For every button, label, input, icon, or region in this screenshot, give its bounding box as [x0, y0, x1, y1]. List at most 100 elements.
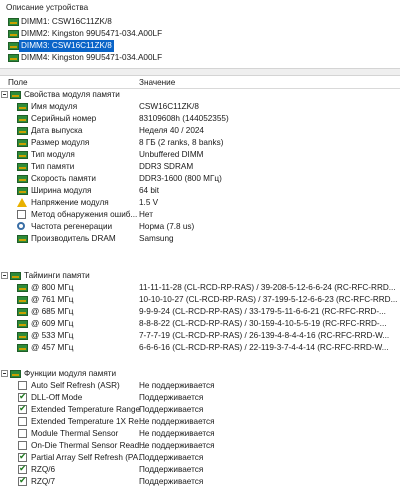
feature-value: Не поддерживается: [139, 429, 215, 438]
property-row[interactable]: Серийный номер 83109608h (144052355): [0, 113, 400, 125]
splitter[interactable]: [0, 68, 400, 76]
timing-row[interactable]: @ 533 МГц 7-7-7-19 (CL-RCD-RP-RAS) / 26-1…: [0, 330, 400, 342]
device-list-item-label: DIMM4: Kingston 99U5471-034.A00LF: [21, 53, 163, 62]
memory-module-icon: [17, 344, 28, 352]
collapse-icon[interactable]: [1, 272, 8, 279]
feature-row[interactable]: DLL-Off Mode Поддерживается: [0, 391, 400, 404]
timing-row[interactable]: @ 685 МГц 9-9-9-24 (CL-RCD-RP-RAS) / 33-1…: [0, 306, 400, 318]
device-list-item[interactable]: DIMM3: CSW16C11ZK/8: [0, 40, 400, 52]
property-row[interactable]: Метод обнаружения ошиб... Нет: [0, 209, 400, 221]
property-row[interactable]: Производитель DRAM Samsung: [0, 233, 400, 245]
property-row[interactable]: Дата выпуска Неделя 40 / 2024: [0, 125, 400, 137]
property-row[interactable]: Ширина модуля 64 bit: [0, 185, 400, 197]
group-module-properties[interactable]: Свойства модуля памяти: [0, 89, 400, 101]
column-header-value[interactable]: Значение: [139, 77, 175, 88]
feature-value: Не поддерживается: [139, 417, 215, 426]
timing-row[interactable]: @ 609 МГц 8-8-8-22 (CL-RCD-RP-RAS) / 30-1…: [0, 318, 400, 330]
property-value: Норма (7.8 us): [139, 222, 195, 231]
property-row[interactable]: Напряжение модуля 1.5 V: [0, 197, 400, 209]
property-row[interactable]: Размер модуля 8 ГБ (2 ranks, 8 banks): [0, 137, 400, 149]
property-name: Тип памяти: [31, 162, 75, 171]
property-value: 83109608h (144052355): [139, 114, 229, 123]
feature-value: Не поддерживается: [139, 441, 215, 450]
device-list-item-label: DIMM2: Kingston 99U5471-034.A00LF: [21, 29, 163, 38]
timing-frequency: @ 685 МГц: [31, 307, 74, 316]
timing-value: 7-7-7-19 (CL-RCD-RP-RAS) / 26-139-4-8-4-…: [139, 331, 390, 340]
property-name: Метод обнаружения ошиб...: [31, 210, 138, 219]
column-header-field[interactable]: Поле: [8, 77, 28, 88]
memory-module-icon: [17, 308, 28, 316]
feature-row[interactable]: Module Thermal Sensor Не поддерживается: [0, 428, 400, 440]
timing-value: 8-8-8-22 (CL-RCD-RP-RAS) / 30-159-4-10-5…: [139, 319, 387, 328]
timing-row[interactable]: @ 800 МГц 11-11-11-28 (CL-RCD-RP-RAS) / 3…: [0, 282, 400, 294]
memory-module-icon: [17, 151, 28, 159]
device-list-item[interactable]: DIMM2: Kingston 99U5471-034.A00LF: [0, 28, 400, 40]
feature-row[interactable]: Auto Self Refresh (ASR) Не поддерживается: [0, 380, 400, 392]
timing-value: 10-10-10-27 (CL-RCD-RP-RAS) / 37-199-5-1…: [139, 295, 398, 304]
memory-module-icon: [8, 42, 19, 50]
property-value: DDR3-1600 (800 МГц): [139, 174, 222, 183]
checkbox-checked-icon: [18, 463, 27, 475]
timing-row[interactable]: @ 761 МГц 10-10-10-27 (CL-RCD-RP-RAS) / 3…: [0, 294, 400, 306]
timing-frequency: @ 800 МГц: [31, 283, 74, 292]
collapse-icon[interactable]: [1, 91, 8, 98]
details-panel: Поле Значение Свойства модуля памяти Имя …: [0, 77, 400, 488]
feature-row[interactable]: RZQ/6 Поддерживается: [0, 463, 400, 476]
device-list-item-label: DIMM3: CSW16C11ZK/8: [19, 40, 114, 52]
property-name: Напряжение модуля: [31, 198, 109, 207]
feature-row[interactable]: Extended Temperature RangeПоддерживается: [0, 403, 400, 416]
timing-row[interactable]: @ 457 МГц 6-6-6-16 (CL-RCD-RP-RAS) / 22-1…: [0, 342, 400, 354]
feature-row[interactable]: On-Die Thermal Sensor Read... Не поддержи…: [0, 440, 400, 452]
checkbox-unchecked-icon: [18, 417, 27, 426]
feature-value: Поддерживается: [139, 453, 204, 462]
property-name: Имя модуля: [31, 102, 78, 111]
checkbox-unchecked-icon: [18, 441, 27, 450]
collapse-icon[interactable]: [1, 370, 8, 377]
property-name: Тип модуля: [31, 150, 75, 159]
box-icon: [17, 210, 26, 219]
timing-value: 9-9-9-24 (CL-RCD-RP-RAS) / 33-179-5-11-6…: [139, 307, 386, 316]
feature-row[interactable]: Extended Temperature 1X Re... Не поддержи…: [0, 416, 400, 428]
property-row[interactable]: Тип модуля Unbuffered DIMM: [0, 149, 400, 161]
feature-name: RZQ/7: [31, 477, 56, 486]
feature-value: Поддерживается: [139, 393, 204, 402]
timing-frequency: @ 457 МГц: [31, 343, 74, 352]
timing-value: 6-6-6-16 (CL-RCD-RP-RAS) / 22-119-3-7-4-…: [139, 343, 389, 352]
memory-module-icon: [17, 175, 28, 183]
feature-name: Auto Self Refresh (ASR): [31, 381, 120, 390]
property-row[interactable]: Имя модуля CSW16C11ZK/8: [0, 101, 400, 113]
checkbox-checked-icon: [18, 391, 27, 403]
property-value: 1.5 V: [139, 198, 159, 207]
device-description-panel: Описание устройства DIMM1: CSW16C11ZK/8 D…: [0, 0, 400, 64]
device-list-item[interactable]: DIMM4: Kingston 99U5471-034.A00LF: [0, 52, 400, 64]
property-row[interactable]: Тип памяти DDR3 SDRAM: [0, 161, 400, 173]
timing-frequency: @ 609 МГц: [31, 319, 74, 328]
property-value: 64 bit: [139, 186, 160, 195]
device-list-item[interactable]: DIMM1: CSW16C11ZK/8: [0, 16, 400, 28]
feature-row[interactable]: Partial Array Self Refresh (PA...Поддерж…: [0, 451, 400, 464]
property-name: Скорость памяти: [31, 174, 97, 183]
property-value: Samsung: [139, 234, 174, 243]
feature-name: Module Thermal Sensor: [31, 429, 119, 438]
memory-module-icon: [17, 235, 28, 243]
timing-frequency: @ 761 МГц: [31, 295, 74, 304]
feature-value: Поддерживается: [139, 465, 204, 474]
memory-module-icon: [17, 115, 28, 123]
property-row[interactable]: Скорость памяти DDR3-1600 (800 МГц): [0, 173, 400, 185]
feature-value: Поддерживается: [139, 405, 204, 414]
group-memory-timings[interactable]: Тайминги памяти: [0, 270, 400, 282]
property-value: DDR3 SDRAM: [139, 162, 194, 171]
group-label: Свойства модуля памяти: [24, 90, 120, 99]
group-module-features[interactable]: Функции модуля памяти: [0, 368, 400, 380]
magnifier-icon: [17, 222, 25, 230]
feature-value: Поддерживается: [139, 477, 204, 486]
details-list: Свойства модуля памяти Имя модуля CSW16C11…: [0, 89, 400, 488]
property-row[interactable]: Частота регенерации Норма (7.8 us): [0, 221, 400, 233]
memory-module-icon: [8, 18, 19, 26]
feature-name: DLL-Off Mode: [31, 393, 83, 402]
memory-module-icon: [8, 54, 19, 62]
property-name: Размер модуля: [31, 138, 90, 147]
property-name: Ширина модуля: [31, 186, 92, 195]
feature-row[interactable]: RZQ/7 Поддерживается: [0, 475, 400, 488]
device-list: DIMM1: CSW16C11ZK/8 DIMM2: Kingston 99U54…: [0, 16, 400, 64]
